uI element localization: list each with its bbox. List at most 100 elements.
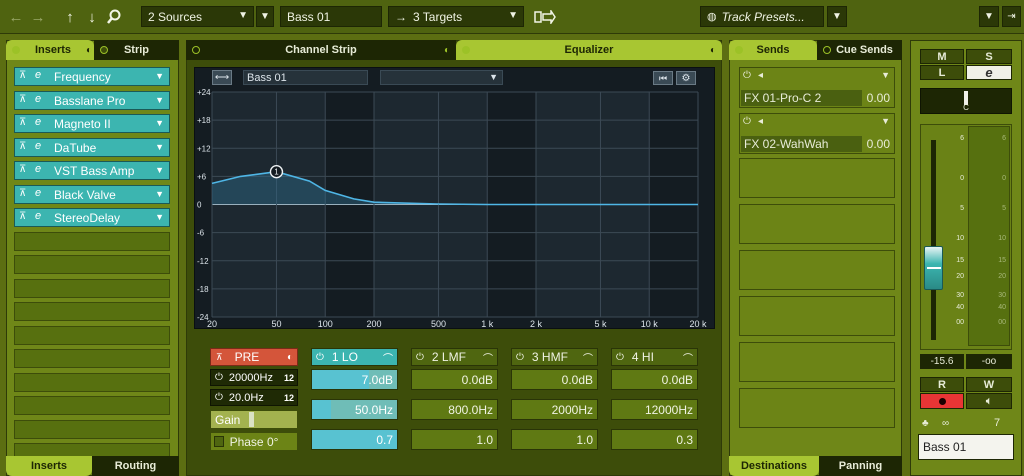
pan-control[interactable]: C	[920, 88, 1012, 114]
band-header[interactable]: ⏻ 4 HI ⌒	[611, 348, 698, 366]
edit-channel-button[interactable]: e	[966, 65, 1012, 80]
tab-strip[interactable]: Strip	[94, 40, 179, 60]
band-header[interactable]: ⏻ 1 LO ⌒	[311, 348, 398, 366]
record-enable-button[interactable]	[920, 393, 964, 409]
filter-shape-icon[interactable]: ⌒	[583, 350, 593, 365]
track-name-label[interactable]: Bass 01	[918, 434, 1014, 460]
phase-button[interactable]: Phase 0°	[210, 432, 298, 451]
chevron-down-icon[interactable]: ▼	[881, 70, 890, 80]
send-level[interactable]: 0.00	[867, 136, 890, 152]
band-q-field[interactable]: 0.7	[311, 429, 398, 450]
volume-fader-handle[interactable]	[924, 246, 943, 290]
send-slot-empty[interactable]	[739, 388, 895, 428]
power-icon[interactable]: ⏻	[616, 352, 624, 363]
monitor-button[interactable]: 🔈︎	[966, 393, 1012, 409]
chevron-down-icon[interactable]: ▼	[881, 116, 890, 126]
high-cut-field[interactable]: ⏻ 20000Hz 12	[210, 369, 298, 386]
chevron-down-icon[interactable]: ▼	[155, 71, 164, 81]
tab-destinations[interactable]: Destinations	[729, 456, 819, 476]
band-gain-field[interactable]: 7.0dB	[311, 369, 398, 390]
power-icon[interactable]: ⏻	[516, 352, 524, 363]
insert-slot-empty[interactable]	[14, 326, 170, 345]
chevron-down-icon[interactable]: ▼	[155, 142, 164, 152]
insert-slot-plugin[interactable]: ⊼ e Frequency ▼	[14, 67, 170, 86]
band-gain-field[interactable]: 0.0dB	[511, 369, 598, 390]
track-presets-dropdown[interactable]: ◍ Track Presets...	[700, 6, 824, 27]
insert-slot-plugin[interactable]: ⊼ e DaTube ▼	[14, 138, 170, 157]
speaker-icon[interactable]: ◂	[758, 116, 763, 127]
window-menu-button[interactable]: ▼	[979, 6, 999, 27]
edit-icon[interactable]: e	[35, 116, 41, 128]
insert-slot-plugin[interactable]: ⊼ e StereoDelay ▼	[14, 208, 170, 227]
send-level[interactable]: 0.00	[867, 90, 890, 106]
power-icon[interactable]: ⏻	[416, 352, 424, 363]
band-q-field[interactable]: 0.3	[611, 429, 698, 450]
edit-icon[interactable]: e	[35, 163, 41, 175]
insert-slot-empty[interactable]	[14, 255, 170, 274]
band-freq-field[interactable]: 50.0Hz	[311, 399, 398, 420]
chevron-down-icon[interactable]: ▼	[155, 212, 164, 222]
route-icon[interactable]	[533, 7, 557, 27]
filter-icon[interactable]: ⊼	[19, 211, 26, 222]
search-icon[interactable]	[104, 7, 124, 27]
filter-icon[interactable]: ⊼	[19, 188, 26, 199]
write-automation-button[interactable]: W	[966, 377, 1012, 392]
sources-dropdown[interactable]: 2 Sources ▼	[141, 6, 254, 27]
band-q-field[interactable]: 1.0	[511, 429, 598, 450]
tab-sends[interactable]: Sends	[729, 40, 817, 60]
tab-channel-strip[interactable]: Channel Strip ◐	[186, 40, 456, 60]
band-freq-field[interactable]: 800.0Hz	[411, 399, 498, 420]
gear-icon[interactable]: ⚙	[676, 71, 696, 85]
send-slot[interactable]: ⏻ ◂ ▼ FX 01-Pro-C 2 0.00	[739, 67, 895, 108]
insert-slot-empty[interactable]	[14, 302, 170, 321]
tab-routing[interactable]: Routing	[92, 456, 179, 476]
send-name[interactable]: FX 02-WahWah	[741, 136, 862, 152]
tab-inserts[interactable]: Inserts ◐	[6, 40, 94, 60]
filter-icon[interactable]: ⊼	[19, 94, 26, 105]
arrow-right-icon[interactable]: →	[28, 7, 48, 27]
eq-preset-field[interactable]: Bass 01	[243, 70, 368, 85]
band-freq-field[interactable]: 12000Hz	[611, 399, 698, 420]
insert-slot-empty[interactable]	[14, 420, 170, 439]
send-slot-empty[interactable]	[739, 204, 895, 244]
gain-slider[interactable]: Gain	[210, 410, 298, 429]
tab-inserts-bottom[interactable]: Inserts	[6, 456, 92, 476]
power-icon[interactable]: ⏻	[743, 116, 751, 127]
chevron-down-icon[interactable]: ▼	[155, 95, 164, 105]
band-gain-field[interactable]: 0.0dB	[411, 369, 498, 390]
insert-slot-empty[interactable]	[14, 232, 170, 251]
band-q-field[interactable]: 1.0	[411, 429, 498, 450]
insert-slot-plugin[interactable]: ⊼ e Magneto II ▼	[14, 114, 170, 133]
compare-icon[interactable]: ⟷	[212, 70, 232, 85]
chevron-down-icon[interactable]: ▼	[155, 165, 164, 175]
insert-slot-empty[interactable]	[14, 349, 170, 368]
eq-curve-display[interactable]: +24 +18 +12 +6 0 -6 -12 -18 -24 20 50 100 200 500 1 k2…	[194, 67, 715, 329]
filter-shape-icon[interactable]: ⌒	[383, 350, 393, 365]
track-name-field[interactable]: Bass 01	[280, 6, 382, 27]
insert-slot-plugin[interactable]: ⊼ e Basslane Pro ▼	[14, 91, 170, 110]
insert-slot-plugin[interactable]: ⊼ e VST Bass Amp ▼	[14, 161, 170, 180]
tab-panning[interactable]: Panning	[819, 456, 902, 476]
mute-button[interactable]: M	[920, 49, 964, 64]
speaker-icon[interactable]: ◂	[758, 70, 763, 81]
band-gain-field[interactable]: 0.0dB	[611, 369, 698, 390]
arrow-down-icon[interactable]: ↓	[82, 7, 102, 27]
volume-readout[interactable]: -15.6	[920, 354, 964, 369]
pre-button[interactable]: ⊼ PRE ◐	[210, 348, 298, 366]
targets-dropdown[interactable]: → 3 Targets ▼	[388, 6, 524, 27]
tab-cue-sends[interactable]: Cue Sends	[817, 40, 902, 60]
insert-slot-empty[interactable]	[14, 279, 170, 298]
peak-readout[interactable]: -oo	[966, 354, 1012, 369]
send-slot-empty[interactable]	[739, 158, 895, 198]
band-freq-field[interactable]: 2000Hz	[511, 399, 598, 420]
chevron-down-icon[interactable]: ▼	[155, 189, 164, 199]
filter-icon[interactable]: ⊼	[19, 70, 26, 81]
insert-slot-plugin[interactable]: ⊼ e Black Valve ▼	[14, 185, 170, 204]
send-slot-empty[interactable]	[739, 250, 895, 290]
edit-icon[interactable]: e	[35, 93, 41, 105]
send-slot-empty[interactable]	[739, 342, 895, 382]
band-header[interactable]: ⏻ 3 HMF ⌒	[511, 348, 598, 366]
insert-slot-empty[interactable]	[14, 396, 170, 415]
edit-icon[interactable]: e	[35, 69, 41, 81]
gain-slider-handle[interactable]	[249, 412, 254, 427]
